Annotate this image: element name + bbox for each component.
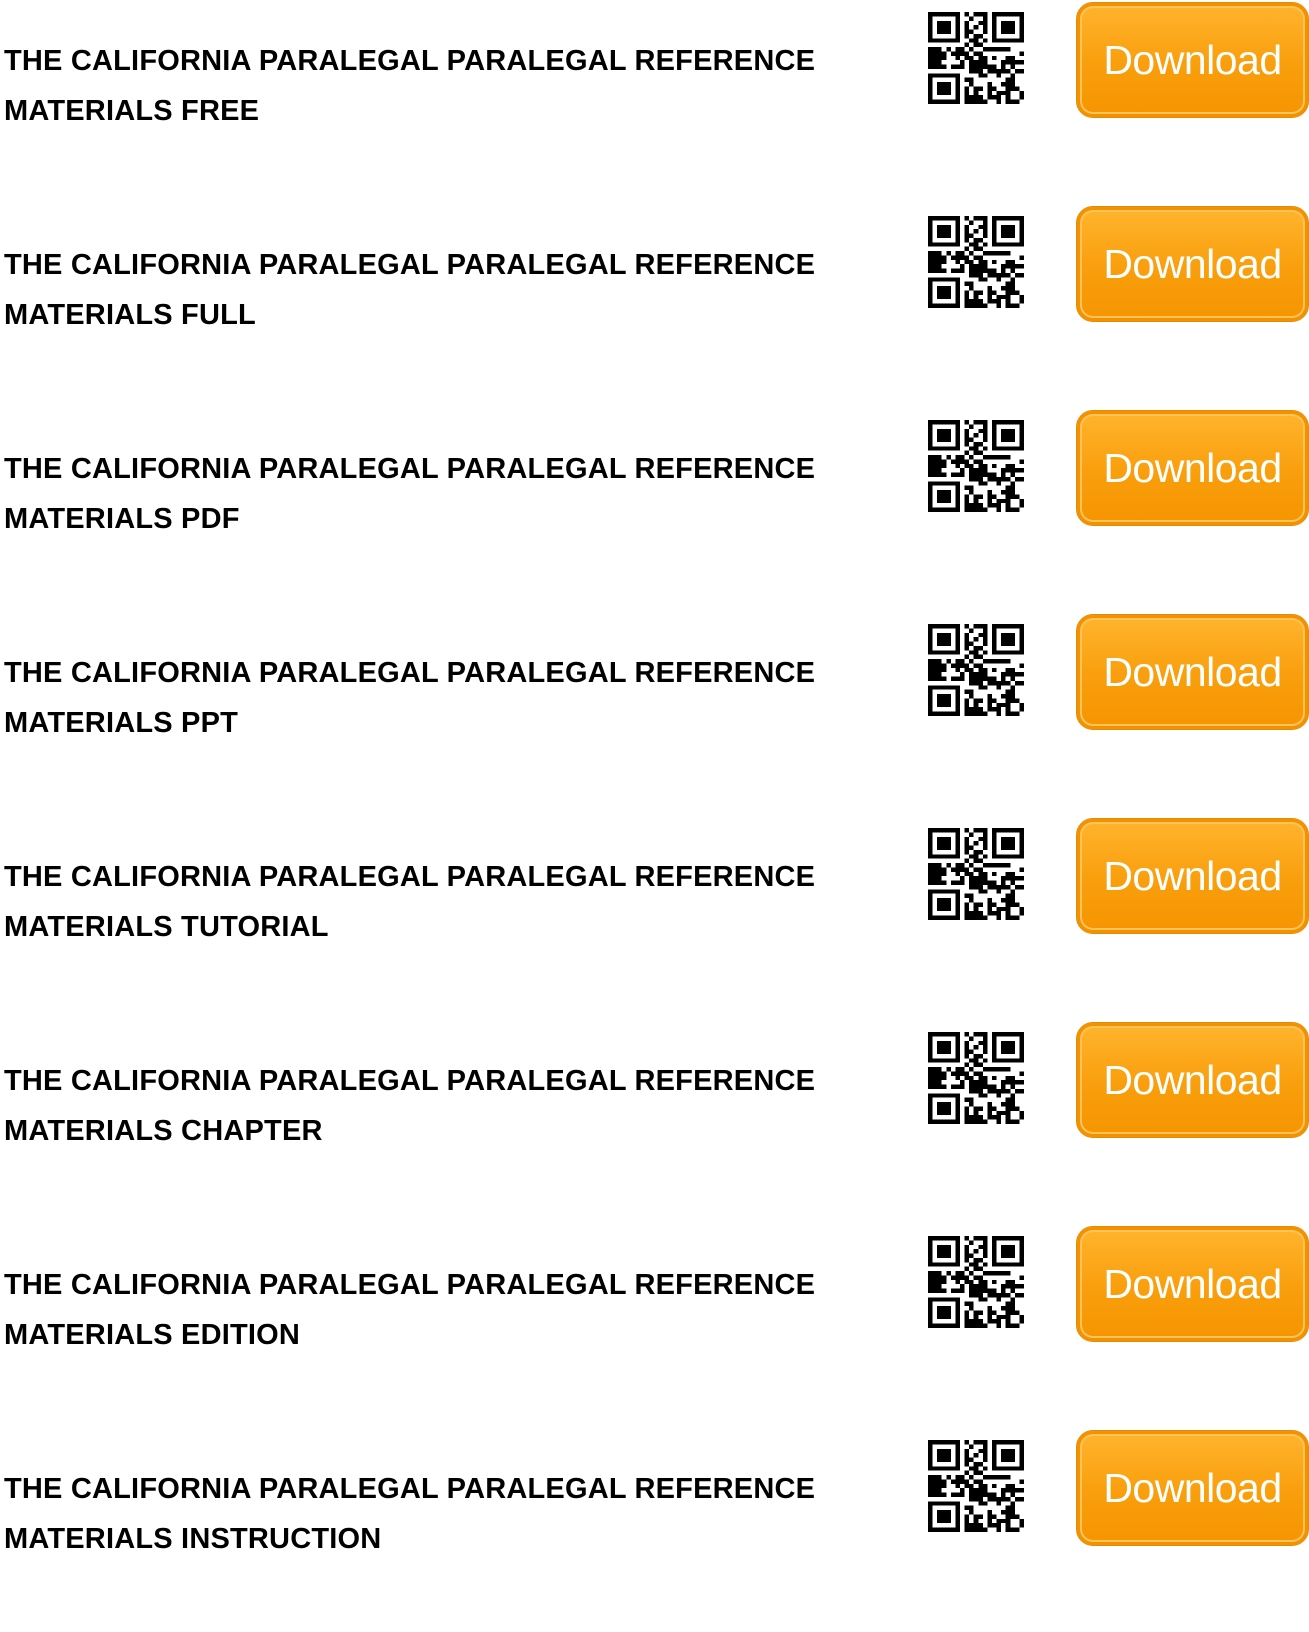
download-button[interactable]: Download [1076,206,1309,322]
download-list-item: THE CALIFORNIA PARALEGAL PARALEGAL REFER… [0,1020,1309,1224]
download-button[interactable]: Download [1076,1226,1309,1342]
item-title-line2: MATERIALS PDF [4,503,240,535]
item-title: THE CALIFORNIA PARALEGAL PARALEGAL REFER… [4,444,904,544]
download-list-item: THE CALIFORNIA PARALEGAL PARALEGAL REFER… [0,204,1309,408]
item-title-line2: MATERIALS PPT [4,707,239,739]
download-list-item: THE CALIFORNIA PARALEGAL PARALEGAL REFER… [0,408,1309,612]
download-button[interactable]: Download [1076,1430,1309,1546]
item-title-line2: MATERIALS FREE [4,95,260,127]
item-title-line1: THE CALIFORNIA PARALEGAL PARALEGAL REFER… [4,657,816,689]
qr-code-icon [928,1440,1024,1532]
item-title-line1: THE CALIFORNIA PARALEGAL PARALEGAL REFER… [4,45,816,77]
qr-code-icon [928,1032,1024,1124]
item-title-line2: MATERIALS FULL [4,299,256,331]
item-title: THE CALIFORNIA PARALEGAL PARALEGAL REFER… [4,36,904,136]
item-title: THE CALIFORNIA PARALEGAL PARALEGAL REFER… [4,1056,904,1156]
download-list-item: THE CALIFORNIA PARALEGAL PARALEGAL REFER… [0,816,1309,1020]
qr-code-icon [928,624,1024,716]
item-title: THE CALIFORNIA PARALEGAL PARALEGAL REFER… [4,852,904,952]
download-button[interactable]: Download [1076,614,1309,730]
item-title: THE CALIFORNIA PARALEGAL PARALEGAL REFER… [4,648,904,748]
item-title-line1: THE CALIFORNIA PARALEGAL PARALEGAL REFER… [4,453,816,485]
download-button[interactable]: Download [1076,818,1309,934]
item-title-line1: THE CALIFORNIA PARALEGAL PARALEGAL REFER… [4,1473,816,1505]
item-title: THE CALIFORNIA PARALEGAL PARALEGAL REFER… [4,240,904,340]
item-title-line1: THE CALIFORNIA PARALEGAL PARALEGAL REFER… [4,249,816,281]
item-title: THE CALIFORNIA PARALEGAL PARALEGAL REFER… [4,1260,904,1360]
item-title-line2: MATERIALS TUTORIAL [4,911,329,943]
item-title-line1: THE CALIFORNIA PARALEGAL PARALEGAL REFER… [4,1269,816,1301]
item-title-line1: THE CALIFORNIA PARALEGAL PARALEGAL REFER… [4,861,816,893]
item-title-line2: MATERIALS EDITION [4,1319,301,1351]
qr-code-icon [928,828,1024,920]
item-title: THE CALIFORNIA PARALEGAL PARALEGAL REFER… [4,1464,904,1564]
download-button[interactable]: Download [1076,2,1309,118]
download-button[interactable]: Download [1076,410,1309,526]
download-button[interactable]: Download [1076,1022,1309,1138]
qr-code-icon [928,1236,1024,1328]
qr-code-icon [928,420,1024,512]
download-list-item: THE CALIFORNIA PARALEGAL PARALEGAL REFER… [0,1224,1309,1428]
item-title-line2: MATERIALS INSTRUCTION [4,1523,382,1555]
qr-code-icon [928,12,1024,104]
item-title-line1: THE CALIFORNIA PARALEGAL PARALEGAL REFER… [4,1065,816,1097]
item-title-line2: MATERIALS CHAPTER [4,1115,323,1147]
download-list-item: THE CALIFORNIA PARALEGAL PARALEGAL REFER… [0,612,1309,816]
download-list-item: THE CALIFORNIA PARALEGAL PARALEGAL REFER… [0,0,1309,204]
download-list-item: THE CALIFORNIA PARALEGAL PARALEGAL REFER… [0,1428,1309,1632]
qr-code-icon [928,216,1024,308]
